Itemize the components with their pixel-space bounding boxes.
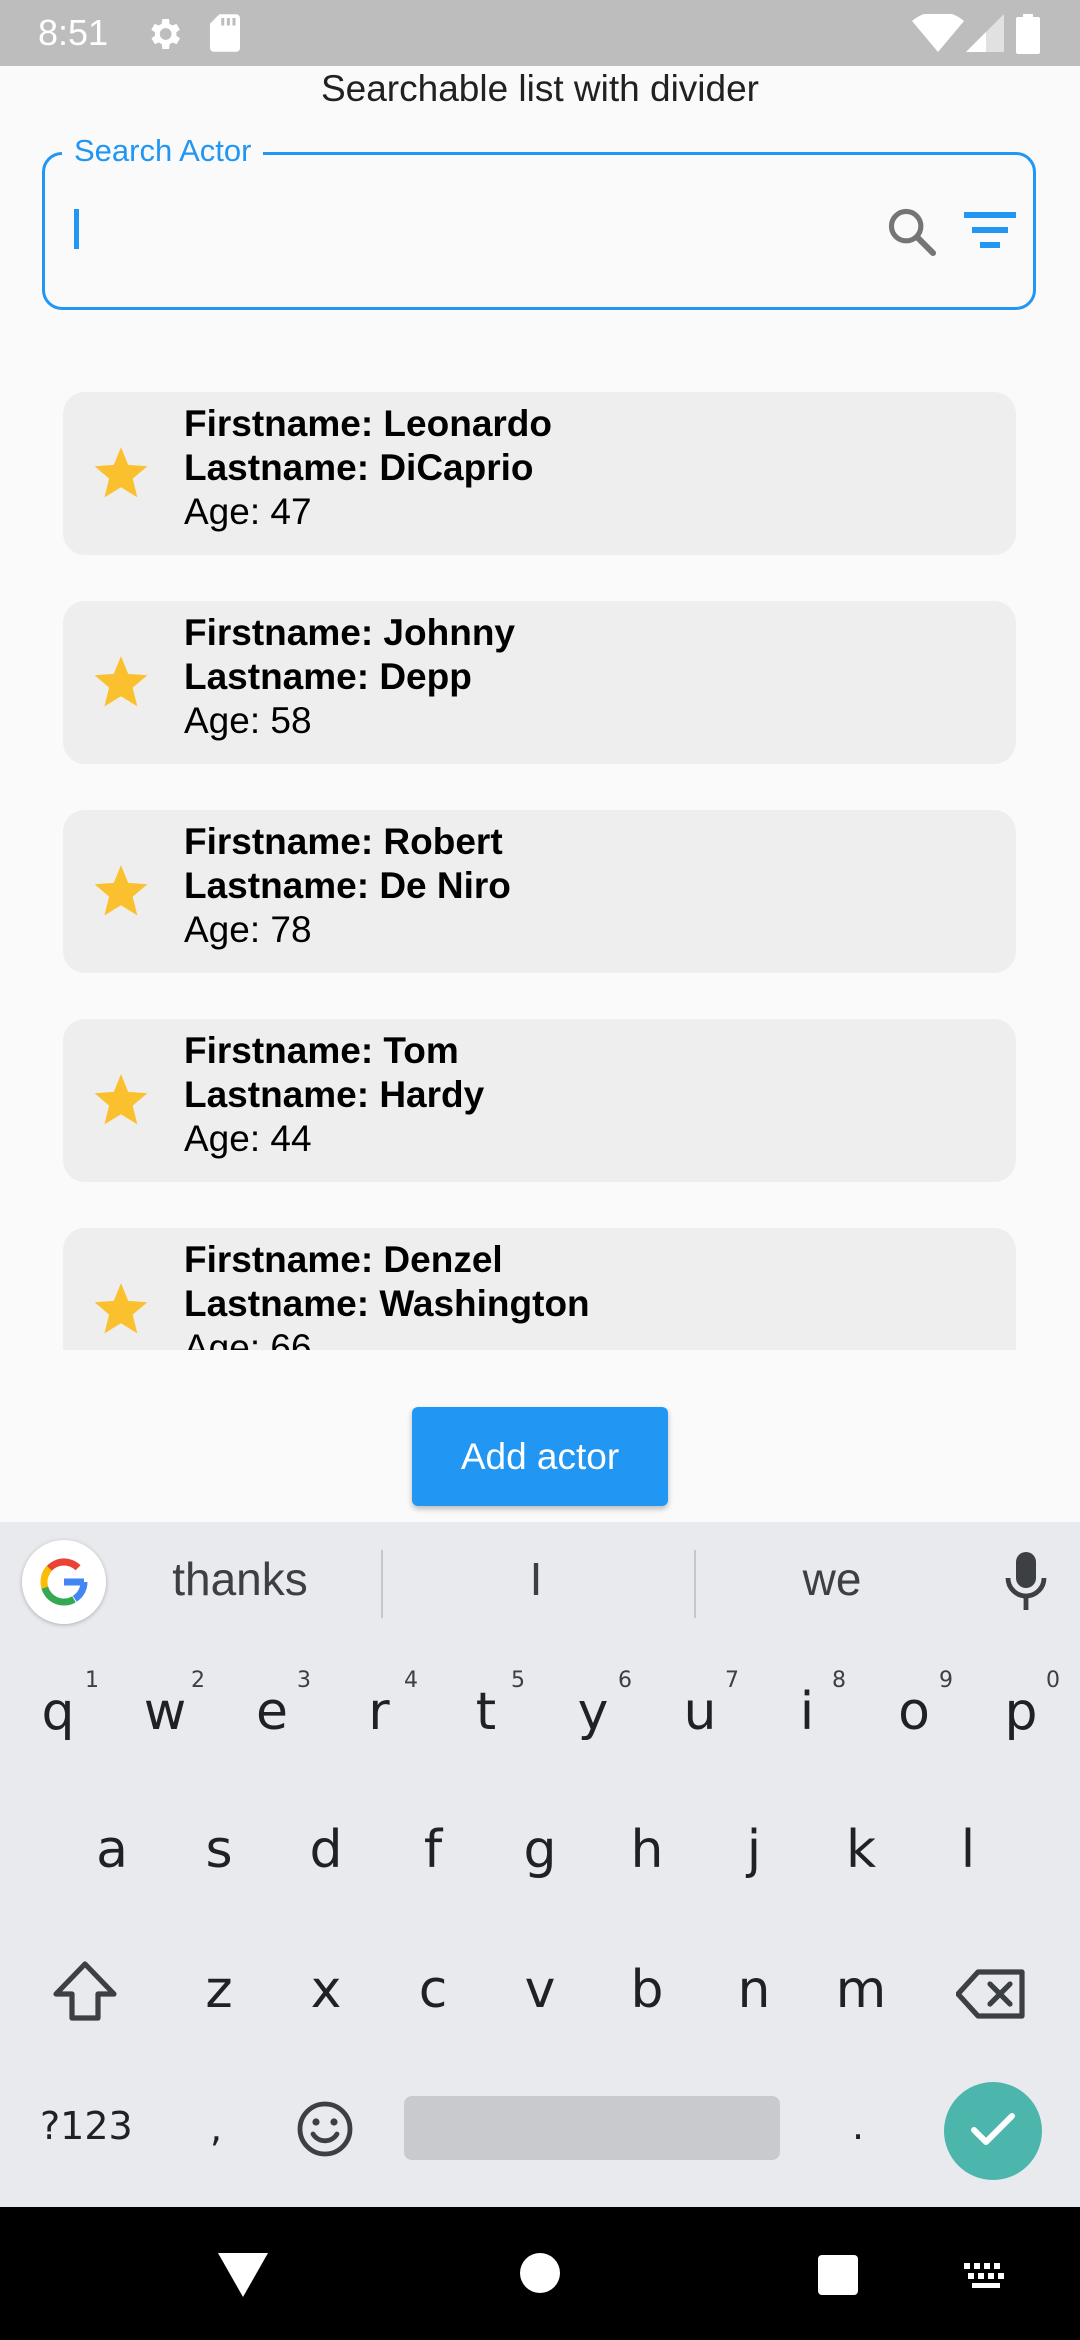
star-icon <box>94 1074 148 1125</box>
key-hint-4: 4 <box>404 1668 418 1693</box>
key-x[interactable]: x <box>276 1960 376 2020</box>
key-v[interactable]: v <box>490 1960 590 2020</box>
status-bar: 8:51 <box>0 0 1080 66</box>
actor-info: Firstname: Denzel Lastname: Washington A… <box>184 1238 590 1350</box>
key-hint-7: 7 <box>725 1668 739 1693</box>
actor-lastname: Lastname: Depp <box>184 656 472 697</box>
actor-card[interactable]: Firstname: Leonardo Lastname: DiCaprio A… <box>63 392 1016 555</box>
period-key[interactable]: . <box>852 2104 864 2148</box>
suggestion-divider <box>694 1550 696 1618</box>
check-icon <box>971 2113 1015 2145</box>
key-l[interactable]: l <box>918 1820 1018 1880</box>
actor-info: Firstname: Robert Lastname: De Niro Age:… <box>184 820 511 952</box>
key-j[interactable]: j <box>704 1820 804 1880</box>
navigation-bar <box>0 2207 1080 2340</box>
backspace-icon[interactable] <box>956 1968 1028 2020</box>
battery-icon <box>1016 14 1040 54</box>
actor-age: Age: 78 <box>184 909 312 950</box>
actor-firstname: Firstname: Johnny <box>184 612 515 653</box>
actor-card[interactable]: Firstname: Johnny Lastname: Depp Age: 58 <box>63 601 1016 764</box>
key-c[interactable]: c <box>383 1960 483 2020</box>
actor-age: Age: 44 <box>184 1118 312 1159</box>
suggestion-2[interactable]: I <box>436 1552 636 1606</box>
star-icon <box>94 865 148 916</box>
settings-icon <box>151 19 180 49</box>
status-time: 8:51 <box>38 12 109 53</box>
actor-age: Age: 58 <box>184 700 312 741</box>
home-icon[interactable] <box>520 2253 560 2293</box>
key-hint-9: 9 <box>939 1668 953 1693</box>
suggestion-3[interactable]: we <box>732 1552 932 1606</box>
comma-key[interactable]: , <box>210 2106 222 2150</box>
keyboard-switch-icon[interactable] <box>964 2263 1008 2289</box>
key-g[interactable]: g <box>490 1820 590 1880</box>
search-input[interactable] <box>70 200 854 266</box>
actor-info: Firstname: Tom Lastname: Hardy Age: 44 <box>184 1029 484 1161</box>
key-m[interactable]: m <box>811 1960 911 2020</box>
signal-icon <box>966 14 1004 52</box>
mic-icon[interactable] <box>1004 1552 1048 1612</box>
actor-card[interactable]: Firstname: Tom Lastname: Hardy Age: 44 <box>63 1019 1016 1182</box>
suggestion-1[interactable]: thanks <box>140 1552 340 1606</box>
actor-firstname: Firstname: Tom <box>184 1030 459 1071</box>
page-title: Searchable list with divider <box>320 68 760 109</box>
shift-icon[interactable] <box>52 1960 118 2022</box>
actor-info: Firstname: Leonardo Lastname: DiCaprio A… <box>184 402 552 534</box>
key-hint-1: 1 <box>85 1668 99 1693</box>
actor-lastname: Lastname: DiCaprio <box>184 447 534 488</box>
wifi-icon <box>912 14 964 52</box>
actor-info: Firstname: Johnny Lastname: Depp Age: 58 <box>184 611 515 743</box>
emoji-icon[interactable] <box>296 2100 354 2158</box>
actor-lastname: Lastname: Hardy <box>184 1074 485 1115</box>
actor-firstname: Firstname: Leonardo <box>184 403 552 444</box>
key-hint-2: 2 <box>191 1668 205 1693</box>
key-hint-8: 8 <box>832 1668 846 1693</box>
soft-keyboard[interactable]: thanks I we q w e r t y u i o p 1 2 3 4 … <box>0 1522 1080 2207</box>
actor-list[interactable]: Firstname: Leonardo Lastname: DiCaprio A… <box>0 350 1080 1350</box>
key-k[interactable]: k <box>811 1820 911 1880</box>
suggestion-divider <box>381 1550 383 1618</box>
star-icon <box>94 1283 148 1334</box>
actor-age: Age: 66 <box>184 1327 312 1350</box>
recents-icon[interactable] <box>818 2255 858 2295</box>
key-n[interactable]: n <box>704 1960 804 2020</box>
enter-key[interactable] <box>944 2082 1042 2180</box>
key-hint-3: 3 <box>297 1668 311 1693</box>
actor-firstname: Firstname: Robert <box>184 821 503 862</box>
add-actor-button[interactable]: Add actor <box>412 1407 668 1506</box>
actor-card[interactable]: Firstname: Robert Lastname: De Niro Age:… <box>63 810 1016 973</box>
actor-firstname: Firstname: Denzel <box>184 1239 503 1280</box>
key-a[interactable]: a <box>62 1820 162 1880</box>
key-h[interactable]: h <box>597 1820 697 1880</box>
key-f[interactable]: f <box>383 1820 483 1880</box>
key-hint-0: 0 <box>1046 1668 1060 1693</box>
actor-lastname: Lastname: Washington <box>184 1283 590 1324</box>
filter-list-icon[interactable] <box>964 210 1016 250</box>
symbols-key[interactable]: ?123 <box>40 2104 133 2148</box>
suggestion-bar: thanks I we <box>0 1522 1080 1644</box>
key-d[interactable]: d <box>276 1820 376 1880</box>
sd-card-icon <box>210 14 240 52</box>
actor-lastname: Lastname: De Niro <box>184 865 511 906</box>
key-s[interactable]: s <box>169 1820 269 1880</box>
space-key[interactable] <box>404 2096 780 2160</box>
text-cursor <box>74 209 79 249</box>
google-icon[interactable] <box>22 1540 106 1624</box>
key-hint-6: 6 <box>618 1668 632 1693</box>
star-icon <box>94 447 148 498</box>
key-z[interactable]: z <box>169 1960 269 2020</box>
actor-age: Age: 47 <box>184 491 312 532</box>
key-b[interactable]: b <box>597 1960 697 2020</box>
search-label: Search Actor <box>62 132 264 170</box>
star-icon <box>94 656 148 707</box>
key-hint-5: 5 <box>511 1668 525 1693</box>
search-icon[interactable] <box>884 204 940 260</box>
actor-card[interactable]: Firstname: Denzel Lastname: Washington A… <box>63 1228 1016 1350</box>
back-icon[interactable] <box>218 2253 268 2297</box>
